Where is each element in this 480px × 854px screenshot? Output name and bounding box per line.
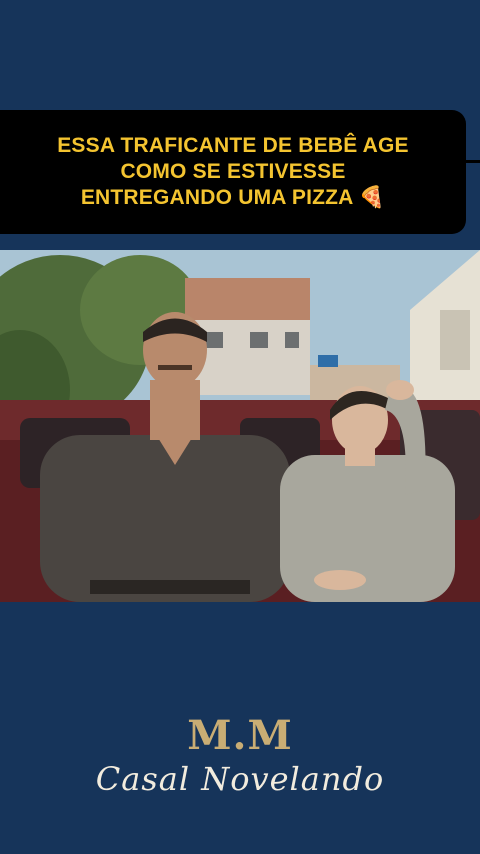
- caption-line-3: ENTREGANDO UMA PIZZA 🍕: [80, 186, 386, 209]
- video-frame[interactable]: [0, 250, 480, 602]
- caption-line-1: ESSA TRAFICANTE DE BEBÊ AGE: [57, 134, 409, 157]
- logo-initials: M.M: [187, 712, 293, 759]
- caption-banner: ESSA TRAFICANTE DE BEBÊ AGE COMO SE ESTI…: [0, 110, 466, 234]
- logo-name: Casal Novelando: [95, 760, 385, 798]
- video-still: [0, 250, 480, 602]
- caption-line-2: COMO SE ESTIVESSE: [120, 160, 346, 183]
- caption-tail: [466, 160, 480, 163]
